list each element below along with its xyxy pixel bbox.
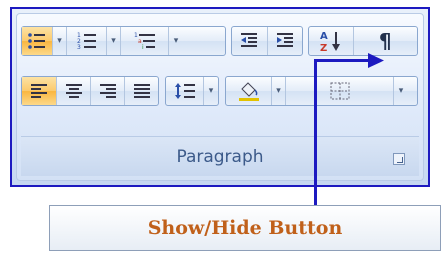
- align-left-icon: [31, 84, 47, 98]
- shading-borders-group: [225, 76, 418, 106]
- multilevel-list-button[interactable]: 1 a i: [121, 27, 169, 55]
- line-spacing-icon: [174, 83, 195, 99]
- bullets-dropdown[interactable]: [53, 27, 67, 55]
- sort-az-icon: A Z: [320, 31, 340, 53]
- paragraph-ribbon-group: 1 2 3 1 a i: [10, 7, 430, 187]
- justify-icon: [133, 84, 150, 98]
- multilevel-list-icon: 1 a i: [134, 32, 155, 51]
- dialog-launcher-icon[interactable]: [393, 153, 405, 165]
- svg-text:Z: Z: [320, 43, 327, 53]
- shading-button[interactable]: [226, 77, 272, 105]
- line-spacing-button[interactable]: [166, 77, 204, 105]
- bullets-icon: [28, 33, 45, 49]
- show-hide-button[interactable]: ¶: [354, 27, 417, 55]
- ribbon-inner-panel: 1 2 3 1 a i: [16, 13, 424, 181]
- paragraph-group-label: Paragraph: [21, 136, 419, 176]
- increase-indent-button[interactable]: [268, 27, 303, 55]
- borders-button[interactable]: [286, 77, 394, 105]
- borders-dropdown[interactable]: [394, 77, 408, 105]
- borders-icon: [330, 82, 349, 100]
- sort-button[interactable]: A Z: [309, 27, 354, 55]
- callout-line-vertical: [314, 59, 317, 207]
- bullets-button[interactable]: [22, 27, 53, 55]
- decrease-indent-icon: [241, 33, 258, 47]
- align-right-button[interactable]: [91, 77, 125, 105]
- sort-showhide-group: A Z ¶: [308, 26, 418, 56]
- callout-line-horizontal: [316, 59, 372, 62]
- numbering-dropdown[interactable]: [107, 27, 121, 55]
- indent-button-group: [231, 26, 303, 56]
- decrease-indent-button[interactable]: [232, 27, 268, 55]
- center-button[interactable]: [57, 77, 91, 105]
- svg-text:i: i: [142, 44, 144, 51]
- alignment-button-group: [21, 76, 159, 106]
- callout-arrow-icon: [368, 53, 384, 68]
- align-right-icon: [99, 84, 116, 98]
- list-button-group: 1 2 3 1 a i: [21, 26, 226, 56]
- justify-button[interactable]: [125, 77, 158, 105]
- increase-indent-icon: [276, 33, 293, 47]
- align-center-icon: [65, 84, 82, 98]
- pilcrow-icon: ¶: [378, 29, 392, 53]
- shading-bucket-icon: [238, 82, 259, 101]
- multilevel-list-dropdown[interactable]: [169, 27, 183, 55]
- shading-dropdown[interactable]: [272, 77, 286, 105]
- svg-text:A: A: [320, 31, 328, 42]
- numbering-icon: 1 2 3: [77, 32, 96, 51]
- svg-text:3: 3: [77, 44, 81, 51]
- align-left-button[interactable]: [22, 77, 57, 105]
- line-spacing-group: [165, 76, 219, 106]
- show-hide-callout-label: Show/Hide Button: [49, 205, 441, 251]
- numbering-button[interactable]: 1 2 3: [67, 27, 107, 55]
- line-spacing-dropdown[interactable]: [204, 77, 218, 105]
